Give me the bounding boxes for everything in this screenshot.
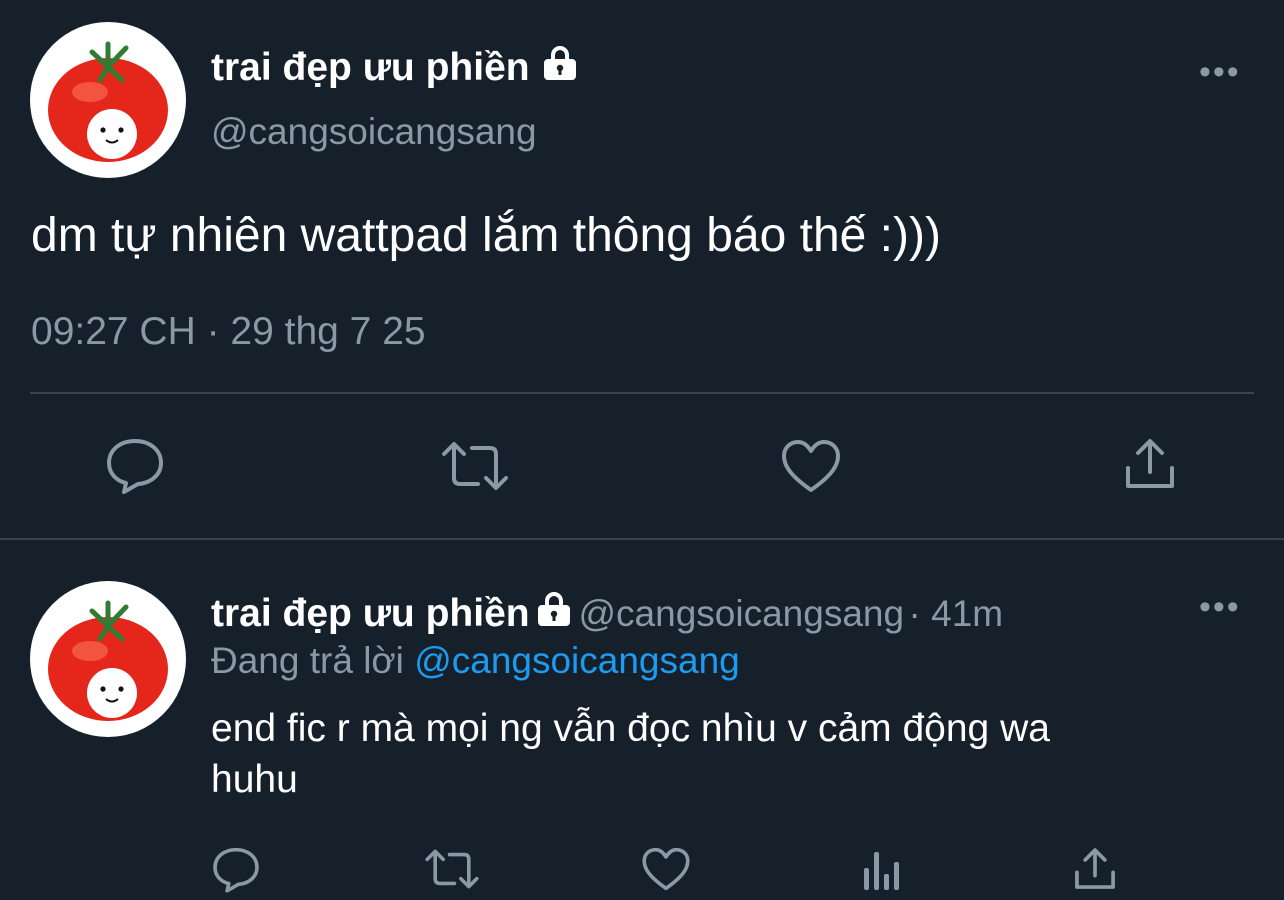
reply-display-name[interactable]: trai đẹp ưu phiền [211, 592, 530, 635]
like-icon[interactable] [780, 438, 842, 494]
tweet-text: dm tự nhiên wattpad lắm thông báo thế :)… [31, 209, 941, 262]
reply-header: trai đẹp ưu phiền @cangsoicangsang · 41m [211, 590, 1003, 636]
reply-text-line1: end fic r mà mọi ng vẫn đọc nhìu v cảm đ… [211, 707, 1050, 750]
lock-icon [540, 44, 580, 82]
analytics-icon[interactable] [860, 846, 906, 892]
tomato-avatar-image [48, 600, 168, 721]
lock-icon [534, 590, 574, 628]
more-dots-icon[interactable]: ••• [1199, 590, 1241, 624]
display-name[interactable]: trai đẹp ưu phiền [211, 44, 580, 90]
divider [30, 392, 1254, 394]
avatar[interactable] [30, 22, 186, 178]
reply-icon[interactable] [104, 436, 166, 494]
retweet-icon[interactable] [440, 440, 510, 492]
reply-text-line2: huhu [211, 758, 298, 801]
more-dots-icon[interactable]: ••• [1199, 55, 1241, 89]
tomato-avatar-image [48, 41, 168, 162]
like-icon[interactable] [641, 846, 691, 892]
section-divider [0, 538, 1284, 540]
share-icon[interactable] [1072, 846, 1118, 892]
replying-to-link[interactable]: @cangsoicangsang [414, 640, 740, 681]
timestamp[interactable]: 09:27 CH · 29 thg 7 25 [31, 310, 426, 354]
retweet-icon[interactable] [424, 848, 480, 890]
reply-handle[interactable]: @cangsoicangsang [579, 593, 905, 634]
replying-to-label: Đang trả lời [211, 640, 404, 681]
display-name-text[interactable]: trai đẹp ưu phiền [211, 46, 530, 89]
handle[interactable]: @cangsoicangsang [211, 111, 537, 153]
reply-time[interactable]: · 41m [909, 593, 1004, 634]
reply-icon[interactable] [211, 845, 261, 893]
reply-avatar[interactable] [30, 581, 186, 737]
replying-to: Đang trả lời @cangsoicangsang [211, 640, 740, 682]
share-icon[interactable] [1122, 436, 1178, 492]
